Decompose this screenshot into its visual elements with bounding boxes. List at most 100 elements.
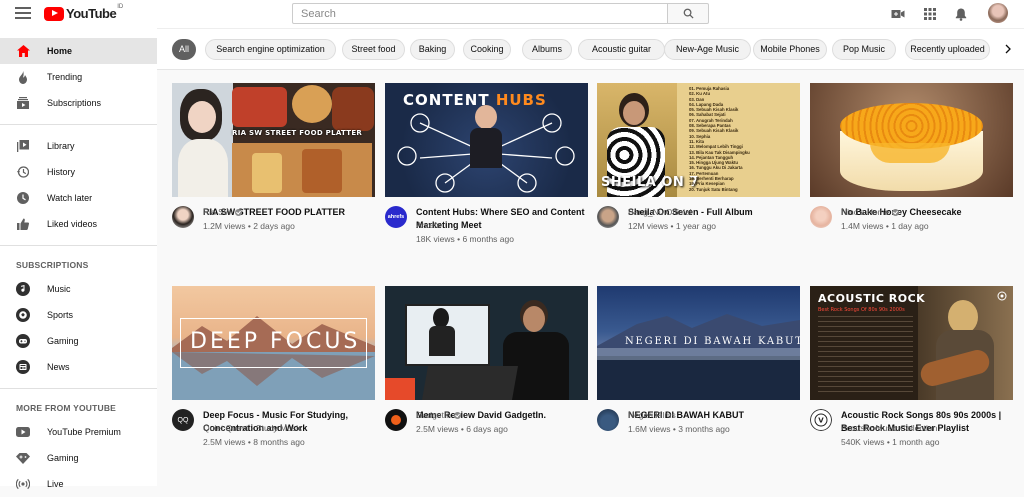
search-button[interactable] [667, 3, 709, 24]
trending-icon [16, 70, 30, 84]
sidebar-item-youtube-premium[interactable]: YouTube Premium [0, 419, 157, 445]
channel-name[interactable]: Negeri Films [628, 410, 676, 420]
video-title[interactable]: Content Hubs: Where SEO and Content Mark… [416, 206, 588, 232]
upload-age: 8 months ago [253, 437, 305, 447]
sidebar-item-sports[interactable]: Sports [0, 302, 157, 328]
channel-name[interactable]: Ahrefs [416, 220, 441, 230]
youtube-logo[interactable]: YouTube ID [44, 4, 124, 21]
sidebar-divider [0, 124, 157, 125]
thumbnail-text: ACOUSTIC ROCK Best Rock Songs Of 80s 90s … [818, 292, 926, 313]
sidebar-item-label: Home [47, 46, 73, 56]
channel-avatar[interactable]: QQ [172, 409, 194, 431]
filter-chip-recently-uploaded[interactable]: Recently uploaded [905, 39, 990, 60]
sidebar-item-music[interactable]: Music [0, 276, 157, 302]
gaming-icon [16, 334, 30, 348]
view-count: 1.2M views [203, 221, 246, 231]
channel-avatar-text: QQ [177, 416, 189, 424]
video-thumbnail[interactable]: SHEILA ON 7 01. Pemuja Rahasia 02. Ku Atu 0… [597, 83, 800, 197]
view-count: 1.6M views [628, 424, 671, 434]
sidebar-item-label: Liked videos [47, 219, 98, 229]
filter-chip-albums[interactable]: Albums [522, 39, 572, 60]
view-count: 540K views [841, 437, 885, 447]
sidebar-item-gaming[interactable]: Gaming [0, 445, 157, 471]
sidebar-item-news[interactable]: News [0, 354, 157, 380]
filter-chip-street-food[interactable]: Street food [342, 39, 405, 60]
channel-avatar[interactable] [172, 206, 194, 228]
sidebar-item-history[interactable]: History [0, 159, 157, 185]
video-thumbnail[interactable]: ACOUSTIC ROCK Best Rock Songs Of 80s 90s … [810, 286, 1013, 400]
verified-badge-icon [453, 411, 461, 419]
video-thumbnail[interactable] [385, 286, 588, 400]
thumbnail-text: RIA SW STREET FOOD PLATTER [232, 129, 363, 137]
video-card[interactable]: No Bake Honey Cheesecake Nino's Home 1.4M … [810, 83, 1013, 231]
create-video-icon[interactable] [890, 6, 906, 22]
channel-name[interactable]: Bang_Nu Official [628, 207, 692, 217]
sidebar: Home Trending Subscriptions Library History… [0, 28, 157, 490]
sidebar-item-home[interactable]: Home [0, 38, 157, 64]
video-meta: 1.6M views • 3 months ago [628, 424, 730, 434]
channel-avatar[interactable] [385, 409, 407, 431]
channel-name[interactable]: Quiet Quest - Study Music [203, 423, 302, 433]
video-card[interactable]: DEEP FOCUS QQ Deep Focus - Music For Study… [172, 286, 375, 447]
chevron-right-icon[interactable] [1000, 36, 1016, 62]
history-icon [16, 165, 30, 179]
filter-chip-baking[interactable]: Baking [410, 39, 455, 60]
filter-chip-mobile-phones[interactable]: Mobile Phones [753, 39, 827, 60]
sidebar-item-gaming[interactable]: Gaming [0, 328, 157, 354]
video-card[interactable]: SHEILA ON 7 01. Pemuja Rahasia 02. Ku Atu 0… [597, 83, 800, 231]
video-meta: 2.5M views • 8 months ago [203, 437, 305, 447]
sidebar-item-library[interactable]: Library [0, 133, 157, 159]
filter-chip-search-engine-optimization[interactable]: Search engine optimization [205, 39, 336, 60]
filter-chip-cooking[interactable]: Cooking [463, 39, 511, 60]
notifications-bell-icon[interactable] [953, 6, 969, 22]
upload-age: 3 months ago [678, 424, 730, 434]
channel-avatar[interactable] [597, 206, 619, 228]
account-avatar[interactable] [988, 3, 1008, 23]
menu-icon[interactable] [15, 7, 31, 21]
sidebar-item-trending[interactable]: Trending [0, 64, 157, 90]
sidebar-item-label: Live [47, 479, 64, 489]
logo-country: ID [117, 4, 124, 10]
sidebar-divider [0, 388, 157, 389]
apps-icon[interactable] [922, 6, 938, 22]
search-input[interactable] [292, 3, 668, 24]
filter-chip-all[interactable]: All [172, 39, 196, 60]
video-card[interactable]: Meme Review David GadgetIn. GadgetIn 2.5M … [385, 286, 588, 434]
video-thumbnail[interactable] [810, 83, 1013, 197]
channel-name[interactable]: Acoustic Music Collection [841, 423, 937, 433]
sidebar-item-label: Sports [47, 310, 74, 320]
video-meta: 12M views • 1 year ago [628, 221, 717, 231]
filter-chip-acoustic-guitar[interactable]: Acoustic guitar [578, 39, 665, 60]
view-count: 12M views [628, 221, 669, 231]
video-thumbnail[interactable]: RIA SW STREET FOOD PLATTER [172, 83, 375, 197]
video-thumbnail[interactable]: CONTENT HUBS [385, 83, 588, 197]
video-card[interactable]: ACOUSTIC ROCK Best Rock Songs Of 80s 90s … [810, 286, 1013, 447]
sidebar-item-liked-videos[interactable]: Liked videos [0, 211, 157, 237]
video-meta: 540K views • 1 month ago [841, 437, 940, 447]
filter-chip-bar: All Search engine optimization Street food… [157, 28, 1024, 70]
filter-chip-pop-music[interactable]: Pop Music [832, 39, 896, 60]
channel-avatar[interactable] [597, 409, 619, 431]
top-bar: YouTube ID [0, 0, 1024, 28]
video-card[interactable]: CONTENT HUBS ahrefs Content Hubs: Where SE… [385, 83, 588, 244]
channel-avatar[interactable]: V [810, 409, 832, 431]
video-thumbnail[interactable]: NEGERI DI BAWAH KABUT [597, 286, 800, 400]
channel-avatar[interactable] [810, 206, 832, 228]
channel-name[interactable]: Ria SW [203, 207, 242, 217]
youtube-premium-icon [16, 425, 30, 439]
video-card[interactable]: NEGERI DI BAWAH KABUT NEGERI DI BAWAH KAB… [597, 286, 800, 434]
video-card[interactable]: RIA SW STREET FOOD PLATTER RIA SW STREET … [172, 83, 375, 231]
music-icon [16, 282, 30, 296]
video-meta: 1.2M views • 2 days ago [203, 221, 295, 231]
upload-age: 1 day ago [891, 221, 929, 231]
channel-name[interactable]: Nino's Home [841, 207, 900, 217]
sidebar-item-live[interactable]: Live [0, 471, 157, 497]
video-thumbnail[interactable]: DEEP FOCUS [172, 286, 375, 400]
sidebar-item-subscriptions[interactable]: Subscriptions [0, 90, 157, 116]
logo-text: YouTube [66, 6, 117, 21]
channel-avatar[interactable]: ahrefs [385, 206, 407, 228]
sidebar-item-label: Trending [47, 72, 83, 82]
sidebar-item-watch-later[interactable]: Watch later [0, 185, 157, 211]
filter-chip-new-age-music[interactable]: New-Age Music [664, 39, 751, 60]
channel-name[interactable]: GadgetIn [416, 410, 461, 420]
